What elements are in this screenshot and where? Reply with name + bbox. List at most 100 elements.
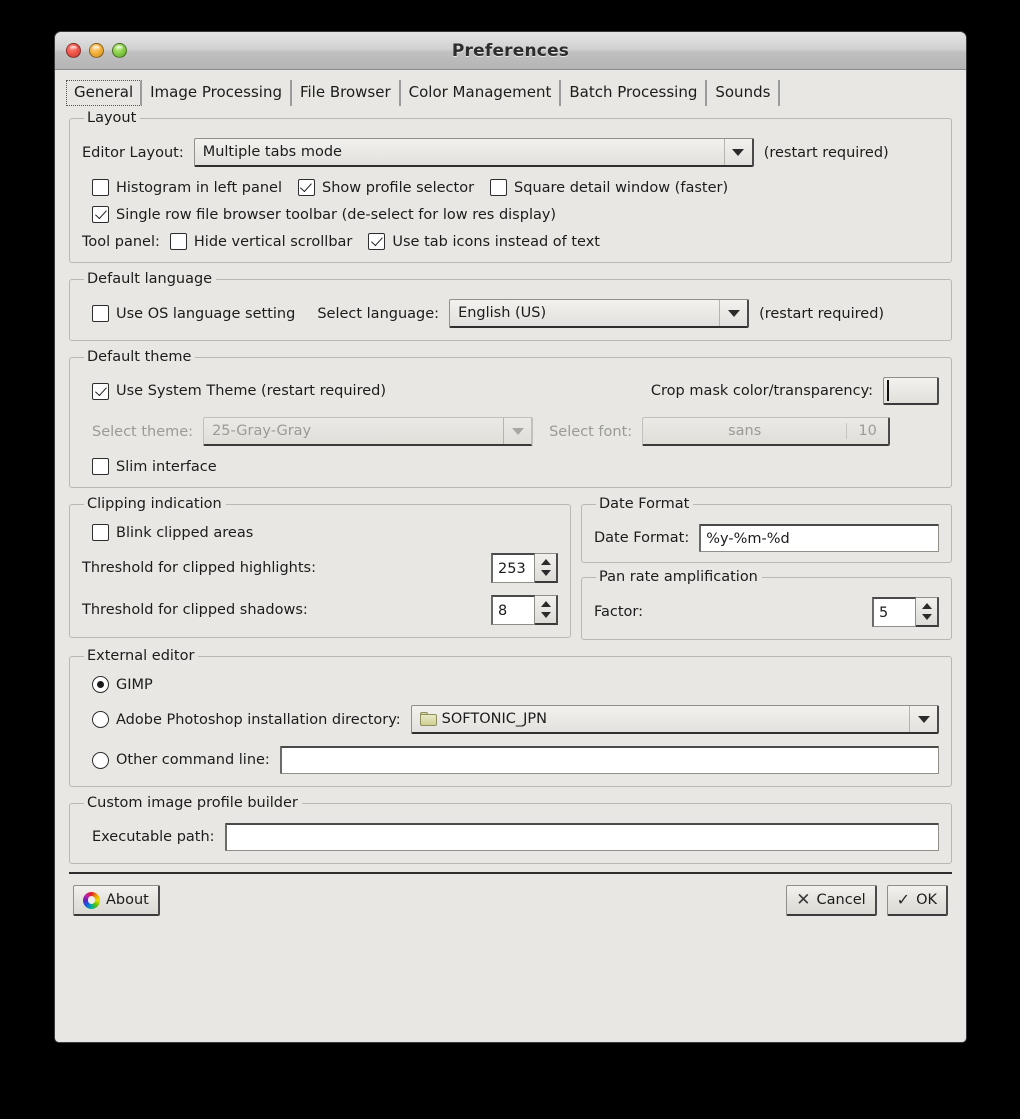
gimp-label: GIMP: [116, 676, 153, 693]
slim-interface-checkbox[interactable]: Slim interface: [92, 458, 217, 475]
layout-legend: Layout: [87, 110, 137, 126]
square-detail-window-label: Square detail window (faster): [514, 179, 729, 196]
cancel-button[interactable]: ✕ Cancel: [786, 885, 877, 916]
clipping-indication-group: Clipping indication Blink clipped areas …: [69, 496, 571, 638]
ok-button-label: OK: [916, 892, 937, 908]
default-language-group: Default language Use OS language setting…: [69, 271, 952, 341]
tab-batch-processing[interactable]: Batch Processing: [561, 80, 708, 106]
select-language-dropdown[interactable]: English (US): [449, 299, 750, 328]
hide-vertical-scrollbar-checkbox[interactable]: Hide vertical scrollbar: [169, 233, 353, 250]
select-theme-dropdown[interactable]: 25-Gray-Gray: [203, 417, 534, 446]
tab-bar: General Image Processing File Browser Co…: [55, 70, 966, 106]
stepper-down-icon[interactable]: [540, 569, 551, 576]
stepper-buttons[interactable]: [535, 595, 558, 625]
window-title: Preferences: [451, 41, 570, 61]
about-button[interactable]: About: [73, 885, 160, 916]
stepper-down-icon[interactable]: [540, 611, 551, 618]
stepper-buttons[interactable]: [535, 553, 558, 583]
date-format-row: Date Format: %y-%m-%d: [594, 524, 939, 552]
use-system-theme-label: Use System Theme (restart required): [116, 383, 387, 399]
checkbox-box: [169, 233, 187, 250]
font-size-value: 10: [846, 423, 888, 439]
editor-layout-value: Multiple tabs mode: [202, 144, 342, 160]
select-font-label: Select font:: [549, 423, 633, 440]
tab-file-browser[interactable]: File Browser: [292, 80, 401, 106]
date-format-group: Date Format Date Format: %y-%m-%d: [581, 496, 952, 563]
editor-layout-restart-note: (restart required): [763, 144, 889, 161]
system-theme-row: Use System Theme (restart required) Crop…: [82, 377, 939, 405]
gimp-row: GIMP: [82, 676, 939, 693]
slim-interface-label: Slim interface: [116, 458, 217, 475]
show-profile-selector-checkbox[interactable]: Show profile selector: [297, 179, 475, 196]
date-format-legend: Date Format: [599, 496, 690, 512]
histogram-left-panel-label: Histogram in left panel: [116, 179, 282, 196]
photoshop-directory-dropdown[interactable]: SOFTONIC_JPN: [410, 705, 939, 734]
tab-general[interactable]: General: [66, 80, 143, 106]
font-name-value: sans: [728, 423, 762, 439]
show-profile-selector-label: Show profile selector: [321, 179, 475, 196]
clipped-highlights-label: Threshold for clipped highlights:: [82, 560, 316, 576]
profile-builder-group: Custom image profile builder Executable …: [69, 795, 952, 864]
clipped-shadows-stepper[interactable]: 8: [491, 595, 558, 625]
preferences-window: Preferences General Image Processing Fil…: [54, 31, 967, 1043]
default-language-legend: Default language: [87, 271, 213, 287]
blink-clipped-areas-checkbox[interactable]: Blink clipped areas: [92, 524, 253, 541]
language-row: Use OS language setting Select language:…: [82, 299, 939, 328]
ok-button[interactable]: ✓ OK: [886, 885, 948, 916]
hide-vertical-scrollbar-label: Hide vertical scrollbar: [193, 233, 353, 250]
gimp-radio[interactable]: GIMP: [92, 676, 153, 693]
use-system-theme-checkbox[interactable]: Use System Theme (restart required): [92, 382, 387, 400]
checkbox-box: [297, 179, 315, 196]
photoshop-radio[interactable]: Adobe Photoshop installation directory:: [92, 711, 401, 728]
select-theme-label: Select theme:: [92, 423, 194, 440]
select-font-button[interactable]: sans 10: [642, 417, 891, 446]
stepper-up-icon[interactable]: [921, 603, 932, 610]
other-command-input[interactable]: [279, 746, 939, 774]
checkbox-box: [92, 305, 109, 322]
tab-image-processing[interactable]: Image Processing: [142, 80, 292, 106]
date-format-input[interactable]: %y-%m-%d: [699, 524, 939, 552]
about-button-label: About: [106, 892, 149, 908]
default-theme-legend: Default theme: [87, 349, 192, 365]
pan-rate-factor-stepper[interactable]: 5: [872, 597, 939, 627]
stepper-buttons[interactable]: [916, 597, 939, 627]
pan-rate-factor-value: 5: [872, 597, 916, 627]
chevron-down-icon: [719, 300, 747, 326]
stepper-up-icon[interactable]: [540, 559, 551, 566]
crop-mask-color-swatch[interactable]: [883, 377, 939, 405]
slim-interface-row: Slim interface: [82, 458, 939, 475]
square-detail-window-checkbox[interactable]: Square detail window (faster): [490, 179, 728, 196]
photoshop-row: Adobe Photoshop installation directory: …: [82, 705, 939, 734]
checkbox-box: [92, 179, 109, 196]
transparency-checker-pattern: [887, 380, 889, 401]
checkbox-box: [490, 179, 508, 196]
editor-layout-select[interactable]: Multiple tabs mode: [193, 138, 754, 167]
language-restart-note: (restart required): [759, 305, 885, 322]
layout-checkbox-row-1: Histogram in left panel Show profile sel…: [82, 179, 939, 196]
use-tab-icons-checkbox[interactable]: Use tab icons instead of text: [368, 233, 600, 250]
stepper-up-icon[interactable]: [540, 601, 551, 608]
stepper-down-icon[interactable]: [921, 613, 932, 620]
clipped-highlights-value: 253: [491, 553, 535, 583]
photoshop-label: Adobe Photoshop installation directory:: [116, 711, 401, 728]
single-row-toolbar-checkbox[interactable]: Single row file browser toolbar (de-sele…: [92, 206, 556, 223]
histogram-left-panel-checkbox[interactable]: Histogram in left panel: [92, 179, 282, 196]
checkbox-box: [92, 382, 109, 400]
other-command-label: Other command line:: [116, 752, 270, 768]
checkbox-box: [92, 458, 109, 475]
tab-color-management[interactable]: Color Management: [401, 80, 562, 106]
close-x-icon: ✕: [796, 889, 811, 910]
clipped-highlights-row: Threshold for clipped highlights: 253: [82, 553, 558, 583]
clipped-highlights-stepper[interactable]: 253: [491, 553, 558, 583]
checkbox-box: [92, 524, 109, 541]
other-command-radio[interactable]: Other command line:: [92, 751, 270, 769]
chevron-down-icon: [503, 418, 531, 444]
date-format-label: Date Format:: [594, 530, 690, 546]
use-os-language-checkbox[interactable]: Use OS language setting: [92, 305, 295, 322]
clipping-legend: Clipping indication: [87, 496, 222, 512]
blink-clipped-row: Blink clipped areas: [82, 524, 558, 541]
dialog-action-bar: About ✕ Cancel ✓ OK: [69, 874, 952, 916]
tab-sounds[interactable]: Sounds: [707, 80, 781, 106]
profile-builder-legend: Custom image profile builder: [87, 795, 298, 811]
executable-path-input[interactable]: [224, 823, 939, 851]
